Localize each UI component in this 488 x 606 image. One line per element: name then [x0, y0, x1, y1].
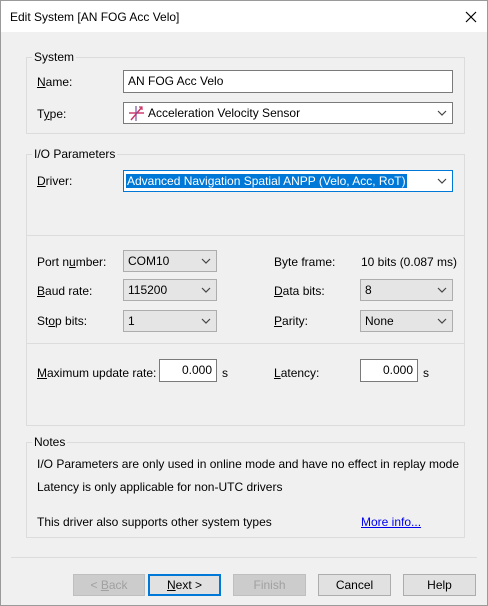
close-button[interactable] [455, 1, 487, 32]
byte-frame-label: Byte frame: [274, 255, 336, 269]
chevron-down-icon [437, 318, 447, 324]
chevron-down-icon [201, 287, 211, 293]
cancel-button[interactable]: Cancel [318, 574, 391, 596]
port-number-select[interactable]: COM10 [123, 250, 217, 272]
footer-divider [11, 557, 477, 558]
window-title: Edit System [AN FOG Acc Velo] [10, 10, 180, 24]
max-update-rate-label: Maximum update rate: [37, 366, 157, 380]
max-update-rate-unit: s [222, 366, 228, 380]
back-button[interactable]: < Back [73, 574, 145, 596]
title-bar: Edit System [AN FOG Acc Velo] [1, 1, 487, 32]
max-update-rate-field[interactable]: 0.000 [159, 359, 217, 382]
baud-rate-label: Baud rate: [37, 284, 93, 298]
type-select-value: Acceleration Velocity Sensor [148, 106, 301, 120]
chevron-down-icon [201, 258, 211, 264]
chevron-down-icon [201, 318, 211, 324]
back-button-label: < Back [90, 578, 128, 592]
notes-line-other-types: This driver also supports other system t… [37, 515, 272, 529]
stop-bits-select[interactable]: 1 [123, 310, 217, 332]
name-field[interactable]: AN FOG Acc Velo [123, 70, 453, 93]
stop-bits-value: 1 [128, 314, 135, 328]
stop-bits-label: Stop bits: [37, 314, 88, 328]
chevron-down-icon [437, 110, 447, 116]
driver-select-value: Advanced Navigation Spatial ANPP (Velo, … [126, 174, 407, 188]
close-icon [465, 11, 477, 22]
name-label: Name: [37, 75, 73, 89]
io-divider-top [27, 235, 464, 236]
parity-value: None [365, 314, 394, 328]
notes-line-latency: Latency is only applicable for non-UTC d… [37, 480, 283, 494]
type-label: Type: [37, 107, 67, 121]
parity-select[interactable]: None [360, 310, 453, 332]
byte-frame-value: 10 bits (0.087 ms) [361, 255, 458, 269]
driver-label: Driver: [37, 174, 73, 188]
notes-line-io: I/O Parameters are only used in online m… [37, 457, 460, 471]
driver-select[interactable]: Advanced Navigation Spatial ANPP (Velo, … [123, 170, 453, 192]
port-number-label: Port number: [37, 255, 107, 269]
next-button-label: Next > [166, 578, 203, 592]
chevron-down-icon [437, 178, 447, 184]
latency-label: Latency: [274, 366, 320, 380]
help-button[interactable]: Help [403, 574, 476, 596]
baud-rate-value: 115200 [128, 283, 168, 297]
data-bits-select[interactable]: 8 [360, 279, 453, 301]
more-info-link[interactable]: More info... [361, 515, 421, 529]
port-number-value: COM10 [128, 254, 170, 268]
system-group-label: System [32, 50, 77, 64]
io-parameters-group-label: I/O Parameters [32, 147, 118, 161]
data-bits-label: Data bits: [274, 284, 325, 298]
data-bits-value: 8 [365, 283, 372, 297]
acceleration-sensor-icon [129, 106, 144, 121]
chevron-down-icon [437, 287, 447, 293]
type-select[interactable]: Acceleration Velocity Sensor [123, 102, 453, 124]
next-button[interactable]: Next > [148, 574, 221, 596]
parity-label: Parity: [274, 314, 309, 328]
edit-system-dialog: Edit System [AN FOG Acc Velo] System Nam… [0, 0, 488, 606]
baud-rate-select[interactable]: 115200 [123, 279, 217, 301]
latency-unit: s [423, 366, 429, 380]
latency-field[interactable]: 0.000 [360, 359, 418, 382]
notes-group-label: Notes [32, 435, 68, 449]
io-divider-bottom [27, 343, 464, 344]
finish-button[interactable]: Finish [233, 574, 306, 596]
